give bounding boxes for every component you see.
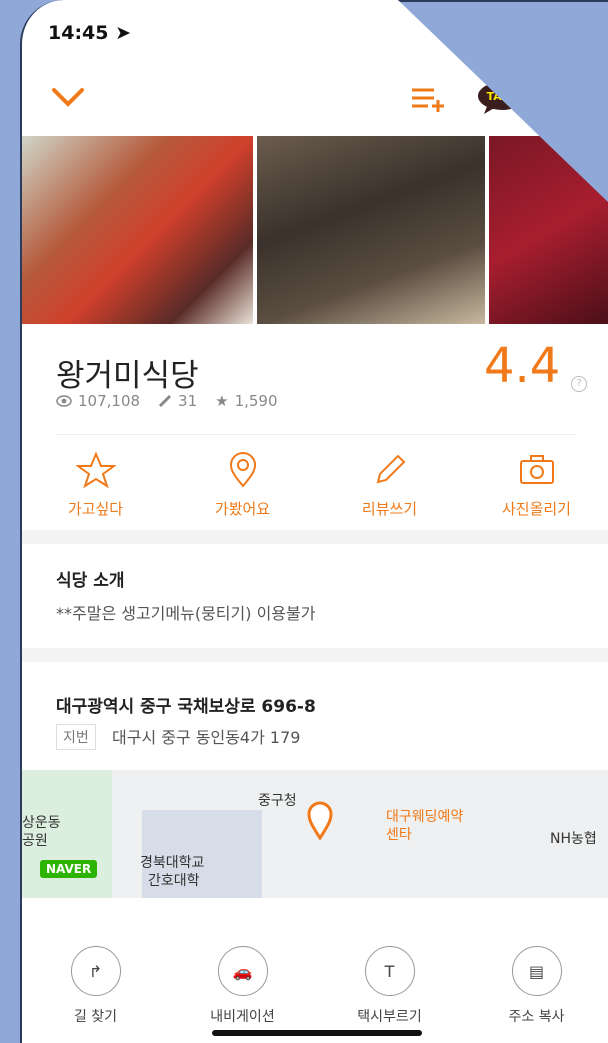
naver-logo: NAVER xyxy=(40,860,98,878)
action-label: 사진올리기 xyxy=(501,500,571,518)
car-icon: 🚗 xyxy=(217,946,268,996)
map-label: 경북대학교 xyxy=(140,855,205,871)
star-outline-icon xyxy=(74,451,117,489)
food-photo[interactable] xyxy=(257,136,485,324)
star-small-icon: ★ xyxy=(215,392,229,410)
call-taxi-button[interactable]: T 택시부르기 xyxy=(330,946,450,1026)
bottom-action-label: 길 찾기 xyxy=(73,1009,118,1025)
write-review-button[interactable]: 리뷰쓰기 xyxy=(330,446,450,526)
views-count: 107,108 xyxy=(78,392,141,410)
map-pin-icon xyxy=(307,801,333,840)
divider xyxy=(56,434,576,435)
intro-title: 식당 소개 xyxy=(56,571,125,591)
bottom-action-label: 주소 복사 xyxy=(508,1009,565,1025)
reviews-count: 31 xyxy=(178,392,198,410)
eye-icon xyxy=(56,395,72,407)
action-label: 가봤어요 xyxy=(214,500,271,518)
camera-icon xyxy=(519,455,554,484)
stars-count: 1,590 xyxy=(234,392,278,410)
action-label: 가고싶다 xyxy=(67,500,124,518)
directions-button[interactable]: ↱ 길 찾기 xyxy=(36,946,156,1026)
map-label: 중구청 xyxy=(258,793,297,809)
copy-address-button[interactable]: ▤ 주소 복사 xyxy=(477,946,597,1026)
chevron-down-icon[interactable] xyxy=(50,82,86,110)
navigation-button[interactable]: 🚗 내비게이션 xyxy=(183,946,303,1026)
section-gap xyxy=(22,530,608,544)
road-address: 대구광역시 중구 국채보상로 696-8 xyxy=(56,697,316,717)
section-gap xyxy=(22,648,608,662)
reviews-stat: 31 xyxy=(158,392,197,410)
copy-icon: ▤ xyxy=(511,946,562,996)
bottom-action-label: 내비게이션 xyxy=(210,1009,275,1025)
help-icon[interactable]: ? xyxy=(571,376,587,392)
restaurant-stats: 107,108 31 ★ 1,590 xyxy=(56,392,278,410)
home-indicator xyxy=(212,1030,422,1036)
map-label: 센타 xyxy=(386,827,412,843)
map-label: 공원 xyxy=(22,833,48,849)
jibun-badge: 지번 xyxy=(56,724,96,750)
action-row: 가고싶다 가봤어요 리뷰쓰기 사진올리기 xyxy=(22,446,608,526)
upload-photo-button[interactable]: 사진올리기 xyxy=(477,446,597,526)
been-there-button[interactable]: 가봤어요 xyxy=(183,446,303,526)
bottom-action-row: ↱ 길 찾기 🚗 내비게이션 T 택시부르기 ▤ 주소 복사 xyxy=(22,946,608,1026)
pencil-icon xyxy=(376,454,405,484)
views-stat: 107,108 xyxy=(56,392,140,410)
pencil-small-icon xyxy=(158,394,172,408)
rating-score: 4.4 xyxy=(484,338,561,394)
taxi-icon: T xyxy=(364,946,415,996)
food-photo[interactable] xyxy=(22,136,253,324)
stars-stat: ★ 1,590 xyxy=(215,392,277,410)
status-time: 14:45 ➤ xyxy=(48,22,132,44)
photo-strip[interactable] xyxy=(22,136,608,324)
restaurant-name: 왕거미식당 xyxy=(56,358,199,394)
phone-frame: 14:45 ➤ TALK 왕거미식당 107,108 31 xyxy=(20,0,608,1043)
map-label: NH농협 xyxy=(550,831,597,847)
intro-text: **주말은 생고기메뉴(뭉티기) 이용불가 xyxy=(56,604,316,623)
map-label: 간호대학 xyxy=(148,873,200,889)
map-view[interactable]: 중구청 대구웨딩예약 센타 상운동 공원 경북대학교 간호대학 NH농협 NAV… xyxy=(22,770,608,898)
list-add-icon[interactable] xyxy=(410,84,446,112)
want-to-go-button[interactable]: 가고싶다 xyxy=(36,446,156,526)
location-pin-icon xyxy=(229,452,256,488)
map-label: 대구웨딩예약 xyxy=(386,809,464,825)
jibun-address: 대구시 중구 동인동4가 179 xyxy=(112,728,301,747)
map-label: 상운동 xyxy=(22,815,61,831)
turn-arrow-icon: ↱ xyxy=(70,946,121,996)
action-label: 리뷰쓰기 xyxy=(361,500,418,518)
bottom-action-label: 택시부르기 xyxy=(357,1009,422,1025)
